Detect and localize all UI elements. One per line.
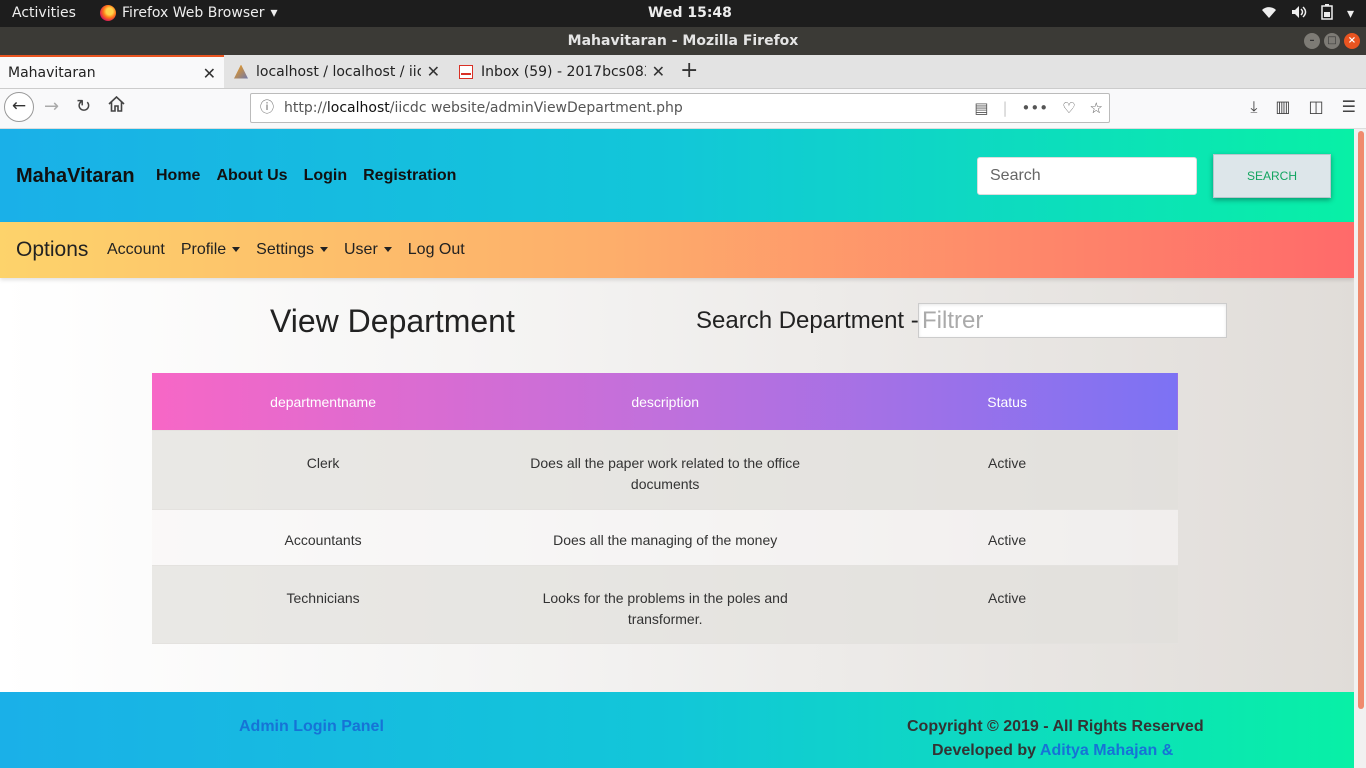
cell-departmentname: Accountants (284, 532, 362, 548)
home-button[interactable] (108, 95, 125, 117)
close-tab-icon[interactable]: ✕ (652, 62, 665, 81)
main-nav: Home About Us Login Registration (156, 167, 456, 185)
column-header-departmentname[interactable]: departmentname (152, 373, 494, 431)
tab-localhost[interactable]: localhost / localhost / iic ✕ (226, 55, 448, 88)
info-icon[interactable]: ⓘ (260, 94, 274, 122)
new-tab-button[interactable]: + (680, 58, 698, 83)
cell-status: Active (988, 590, 1027, 606)
phpmyadmin-icon (234, 64, 248, 79)
search-department-label: Search Department - (696, 307, 919, 334)
gmail-icon (459, 64, 473, 79)
close-tab-icon[interactable]: ✕ (203, 64, 216, 83)
url-text[interactable]: http://localhost/iicdc website/adminView… (284, 94, 683, 122)
option-log-out[interactable]: Log Out (408, 241, 465, 259)
table-row: Accountants Does all the managing of the… (152, 509, 1178, 566)
nav-login[interactable]: Login (304, 167, 348, 185)
developed-by-text: Developed by Aditya Mahajan & (932, 742, 1174, 759)
cell-departmentname: Technicians (286, 590, 360, 606)
department-filter-input[interactable] (918, 303, 1227, 338)
cell-description: Does all the paper work related to the o… (530, 455, 801, 492)
tab-inbox[interactable]: Inbox (59) - 2017bcs083( ✕ (451, 55, 673, 88)
forward-button[interactable]: → (44, 96, 59, 117)
nav-registration[interactable]: Registration (363, 167, 456, 185)
battery-icon (1321, 4, 1333, 24)
url-bar[interactable]: ⓘ http://localhost/iicdc website/adminVi… (250, 93, 1110, 123)
site-search-input[interactable] (977, 157, 1197, 195)
chevron-down-icon: ▾ (1346, 6, 1354, 22)
firefox-icon (100, 5, 116, 21)
home-icon (108, 95, 125, 112)
column-header-status[interactable]: Status (836, 373, 1178, 431)
scrollbar-thumb[interactable] (1358, 131, 1364, 709)
tab-label: localhost / localhost / iic (256, 63, 421, 80)
back-button[interactable]: ← (4, 92, 34, 122)
caret-down-icon (383, 247, 392, 253)
options-bar: Options Account Profile Settings User Lo… (0, 222, 1354, 278)
cell-departmentname: Clerk (306, 455, 340, 471)
site-footer: Admin Login Panel Copyright © 2019 - All… (0, 692, 1354, 768)
page-scrollbar[interactable] (1354, 129, 1366, 768)
page-actions-icon[interactable]: ••• (1022, 94, 1049, 122)
pocket-icon[interactable]: ♡ (1062, 94, 1075, 122)
site-brand[interactable]: MahaVitaran (16, 165, 135, 188)
table-row: Clerk Does all the paper work related to… (152, 430, 1178, 510)
system-tray[interactable]: ▾ (1261, 4, 1354, 24)
reload-button[interactable]: ↻ (76, 96, 91, 117)
tab-label: Mahavitaran (8, 64, 96, 81)
window-controls: – □ × (1304, 33, 1360, 49)
library-icon[interactable]: ▥ (1275, 97, 1290, 117)
department-table: departmentname description Status Clerk … (152, 373, 1178, 644)
site-search-button[interactable]: SEARCH (1213, 154, 1331, 198)
window-title: Mahavitaran - Mozilla Firefox (567, 33, 799, 49)
download-icon[interactable]: ⤓ (1250, 97, 1257, 117)
page-viewport: MahaVitaran Home About Us Login Registra… (0, 129, 1366, 768)
close-tab-icon[interactable]: ✕ (427, 62, 440, 81)
app-menu[interactable]: Firefox Web Browser ▾ (100, 5, 278, 21)
window-title-bar: Mahavitaran - Mozilla Firefox – □ × (0, 27, 1366, 55)
copyright-text: Copyright © 2019 - All Rights Reserved (907, 718, 1204, 735)
site-header: MahaVitaran Home About Us Login Registra… (0, 129, 1354, 222)
tab-mahavitaran[interactable]: Mahavitaran ✕ (0, 55, 224, 88)
column-header-description[interactable]: description (494, 373, 836, 431)
cell-description: Does all the managing of the money (553, 532, 778, 548)
clock[interactable]: Wed 15:48 (648, 5, 732, 21)
cell-status: Active (988, 532, 1027, 548)
tab-strip: Mahavitaran ✕ localhost / localhost / ii… (0, 55, 1366, 89)
minimize-button[interactable]: – (1304, 33, 1320, 49)
toolbar-right: ⤓ ▥ ◫ ☰ (1250, 97, 1356, 117)
app-menu-label: Firefox Web Browser (122, 5, 265, 21)
chevron-down-icon: ▾ (270, 5, 278, 21)
caret-down-icon (232, 247, 241, 253)
sidebar-icon[interactable]: ◫ (1309, 97, 1324, 117)
menu-icon[interactable]: ☰ (1342, 97, 1356, 117)
table-header-row: departmentname description Status (152, 373, 1178, 431)
table-row: Technicians Looks for the problems in th… (152, 565, 1178, 644)
url-actions: ▤ | ••• ♡ ☆ (974, 94, 1103, 122)
bookmark-star-icon[interactable]: ☆ (1090, 94, 1103, 122)
nav-home[interactable]: Home (156, 167, 200, 185)
option-user[interactable]: User (344, 241, 392, 259)
url-divider: | (1002, 99, 1008, 117)
page-title: View Department (270, 303, 515, 339)
tab-label: Inbox (59) - 2017bcs083( (481, 63, 646, 80)
maximize-button[interactable]: □ (1324, 33, 1340, 49)
nav-about-us[interactable]: About Us (216, 167, 287, 185)
admin-login-link[interactable]: Admin Login Panel (239, 718, 384, 736)
cell-description: Looks for the problems in the poles and … (542, 590, 788, 627)
system-top-bar: Activities Firefox Web Browser ▾ Wed 15:… (0, 0, 1366, 27)
option-settings[interactable]: Settings (256, 241, 328, 259)
option-account[interactable]: Account (107, 241, 165, 259)
cell-status: Active (988, 455, 1027, 471)
option-profile[interactable]: Profile (181, 241, 241, 259)
developer-link[interactable]: Aditya Mahajan & (1040, 742, 1173, 759)
wifi-icon (1261, 5, 1277, 23)
activities-button[interactable]: Activities (12, 5, 76, 21)
close-window-button[interactable]: × (1344, 33, 1360, 49)
volume-icon (1291, 5, 1307, 23)
options-nav: Account Profile Settings User Log Out (107, 241, 465, 259)
reader-view-icon[interactable]: ▤ (974, 94, 988, 122)
options-title[interactable]: Options (16, 238, 88, 262)
nav-toolbar: ← → ↻ ⓘ http://localhost/iicdc website/a… (0, 89, 1366, 129)
caret-down-icon (319, 247, 328, 253)
